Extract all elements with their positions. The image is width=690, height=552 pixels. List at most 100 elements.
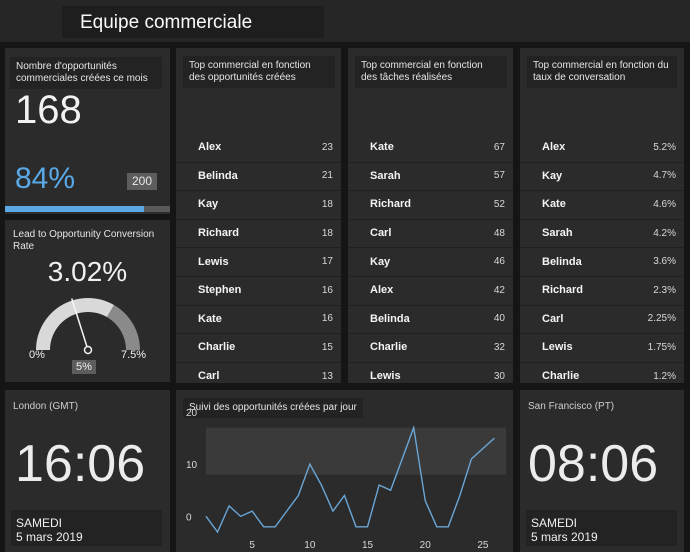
line-chart: 0 10 20 5 10 15 20 25: [186, 408, 506, 551]
row-name: Kate: [370, 141, 394, 154]
clock-time: 16:06: [15, 435, 146, 493]
row-value: 46: [493, 256, 505, 268]
row-value: 30: [493, 370, 505, 382]
table-row: Kay 4.7%: [520, 162, 684, 191]
row-name: Kay: [542, 169, 563, 182]
table-row: Belinda 40: [348, 305, 513, 334]
gauge-over-target-arc: [107, 304, 140, 350]
row-name: Carl: [370, 227, 392, 240]
row-value: 32: [493, 341, 505, 353]
row-value: 5.2%: [653, 141, 676, 153]
gauge-value: 3.02%: [47, 256, 128, 287]
row-name: Charlie: [198, 341, 236, 354]
table-row: Carl 13: [176, 362, 341, 391]
row-value: 2.25%: [647, 313, 676, 325]
leaderboard-opportunities: Top commercial en fonction des opportuni…: [176, 48, 341, 411]
row-name: Lewis: [370, 370, 401, 383]
table-row: Charlie 15: [176, 333, 341, 362]
row-name: Kay: [198, 198, 219, 211]
row-name: Kate: [198, 312, 222, 325]
row-value: 1.75%: [647, 341, 676, 353]
table-row: Carl 2.25%: [520, 305, 684, 334]
table-row: Sarah 57: [348, 162, 513, 191]
row-value: 48: [493, 227, 505, 239]
row-value: 18: [321, 198, 333, 210]
table-row: Alex 5.2%: [520, 133, 684, 162]
x-tick-label: 15: [362, 540, 374, 551]
row-name: Richard: [542, 284, 583, 297]
table-row: Sarah 4.2%: [520, 219, 684, 248]
row-name: Sarah: [370, 169, 401, 182]
page-title: Equipe commerciale: [80, 12, 253, 33]
row-value: 13: [321, 370, 333, 382]
kpi-panel: Nombre d'opportunités commerciales créée…: [5, 48, 170, 214]
row-value: 16: [321, 313, 333, 325]
table-row: Kate 4.6%: [520, 190, 684, 219]
gauge-min-label: 0%: [29, 349, 45, 361]
table-row: Alex 23: [176, 133, 341, 162]
gauge-target-badge: 5%: [72, 360, 96, 374]
leaderboard-tasks: Top commercial en fonction des tâches ré…: [348, 48, 513, 411]
table-row: Lewis 1.75%: [520, 333, 684, 362]
table-row: Charlie 1.2%: [520, 362, 684, 391]
row-name: Alex: [198, 141, 222, 154]
table-row: Richard 52: [348, 190, 513, 219]
y-tick-label: 10: [186, 460, 198, 471]
table-row: Kate 67: [348, 133, 513, 162]
row-value: 23: [321, 141, 333, 153]
kpi-target-badge: 200: [127, 173, 157, 190]
row-name: Belinda: [198, 169, 238, 182]
table-row: Alex 42: [348, 276, 513, 305]
table-row: Lewis 17: [176, 247, 341, 276]
row-name: Richard: [198, 227, 239, 240]
gauge-max-label: 7.5%: [121, 349, 147, 361]
row-name: Belinda: [370, 312, 410, 325]
kpi-progress-fill: [5, 206, 144, 212]
row-name: Alex: [370, 284, 394, 297]
row-name: Belinda: [542, 255, 582, 268]
leaderboard-title: Top commercial en fonction des opportuni…: [183, 56, 335, 88]
table-row: Kay 18: [176, 190, 341, 219]
clock-panel-san-francisco: San Francisco (PT) 08:06 SAMEDI 5 mars 2…: [520, 390, 684, 552]
gauge-track: [36, 298, 114, 350]
leaderboard-conversion: Top commercial en fonction du taux de co…: [520, 48, 684, 411]
kpi-percent: 84%: [15, 162, 76, 195]
row-name: Kate: [542, 198, 566, 211]
x-tick-label: 25: [477, 540, 489, 551]
gauge-hub: [83, 345, 93, 355]
x-tick-label: 20: [420, 540, 432, 551]
table-row: Stephen 16: [176, 276, 341, 305]
table-row: Belinda 3.6%: [520, 247, 684, 276]
kpi-label: Nombre d'opportunités commerciales créée…: [10, 57, 162, 89]
chart-band: [206, 427, 506, 475]
gauge-panel: Lead to Opportunity Conversion Rate 3.02…: [5, 220, 170, 382]
table-row: Carl 48: [348, 219, 513, 248]
clock-time: 08:06: [528, 435, 659, 493]
table-row: Richard 2.3%: [520, 276, 684, 305]
kpi-value: 168: [15, 88, 82, 132]
clock-date: 5 mars 2019: [16, 530, 83, 544]
x-tick-label: 5: [249, 540, 255, 551]
row-value: 17: [321, 256, 333, 268]
clock-panel-london: London (GMT) 16:06 SAMEDI 5 mars 2019: [5, 390, 170, 552]
leaderboard-title: Top commercial en fonction du taux de co…: [527, 56, 677, 88]
table-row: Lewis 30: [348, 362, 513, 391]
row-value: 4.6%: [653, 198, 676, 210]
row-name: Carl: [542, 312, 564, 325]
daily-opportunities-chart-panel: Suivi des opportunités créées par jour 0…: [176, 390, 513, 552]
kpi-progress-track: [5, 206, 170, 212]
row-value: 3.6%: [653, 256, 676, 268]
table-row: Kay 46: [348, 247, 513, 276]
row-value: 15: [321, 341, 333, 353]
row-value: 16: [321, 284, 333, 296]
row-value: 4.2%: [653, 227, 676, 239]
row-value: 42: [493, 284, 505, 296]
table-row: Kate 16: [176, 305, 341, 334]
clock-date: 5 mars 2019: [531, 530, 598, 544]
row-name: Kay: [370, 255, 391, 268]
row-value: 2.3%: [653, 284, 676, 296]
row-value: 57: [493, 170, 505, 182]
clock-day: SAMEDI: [16, 516, 63, 530]
row-value: 67: [493, 141, 505, 153]
gauge-dial: [36, 298, 140, 355]
